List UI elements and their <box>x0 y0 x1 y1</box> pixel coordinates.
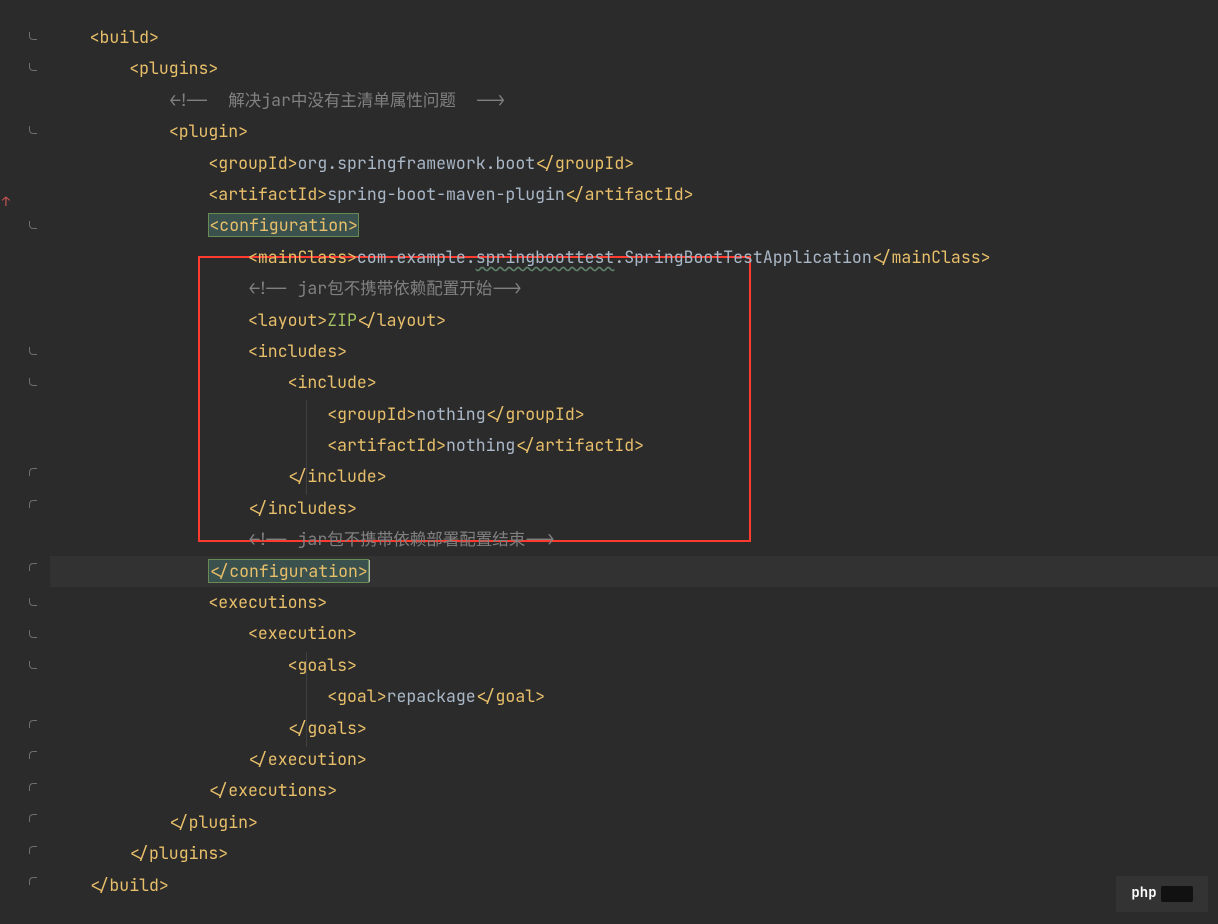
code-line[interactable]: <execution> <box>50 618 1218 649</box>
gutter: ↑ <box>0 0 50 924</box>
code-line[interactable]: </executions> <box>50 775 1218 806</box>
code-area[interactable]: <build> <plugins> <!-- 解决jar中没有主清单属性问题 -… <box>50 0 1218 924</box>
code-line[interactable]: <include> <box>50 367 1218 398</box>
code-line[interactable]: </include> <box>50 461 1218 492</box>
code-line[interactable]: <!-- jar包不携带依赖配置开始--> <box>50 273 1218 304</box>
code-line[interactable]: <goals> <box>50 650 1218 681</box>
code-line[interactable]: <plugin> <box>50 116 1218 147</box>
code-line[interactable]: <executions> <box>50 587 1218 618</box>
code-line[interactable]: </includes> <box>50 493 1218 524</box>
code-line[interactable]: </plugin> <box>50 807 1218 838</box>
text-caret <box>369 560 371 582</box>
code-line[interactable]: <configuration> <box>50 210 1218 241</box>
code-line[interactable]: <artifactId>nothing</artifactId> <box>50 430 1218 461</box>
watermark-icon <box>1161 886 1193 902</box>
code-line[interactable]: <groupId>org.springframework.boot</group… <box>50 148 1218 179</box>
code-line[interactable]: <build> <box>50 22 1218 53</box>
code-line[interactable]: </execution> <box>50 744 1218 775</box>
code-line[interactable]: <!-- jar包不携带依赖部署配置结束--> <box>50 524 1218 555</box>
code-line[interactable]: </build> <box>50 870 1218 901</box>
code-line[interactable]: <groupId>nothing</groupId> <box>50 399 1218 430</box>
code-line[interactable]: <goal>repackage</goal> <box>50 681 1218 712</box>
watermark-label: php <box>1131 878 1156 909</box>
code-line[interactable]: <includes> <box>50 336 1218 367</box>
code-line[interactable]: </plugins> <box>50 838 1218 869</box>
code-line-current[interactable]: </configuration> <box>50 556 1218 587</box>
code-line[interactable]: <artifactId>spring-boot-maven-plugin</ar… <box>50 179 1218 210</box>
code-line[interactable]: <plugins> <box>50 53 1218 84</box>
code-line[interactable]: <mainClass>com.example.springboottest.Sp… <box>50 242 1218 273</box>
override-up-icon[interactable]: ↑ <box>2 186 10 217</box>
code-line[interactable]: </goals> <box>50 713 1218 744</box>
watermark-badge: php <box>1116 876 1208 912</box>
code-line[interactable]: <!-- 解决jar中没有主清单属性问题 --> <box>50 85 1218 116</box>
code-line[interactable]: <layout>ZIP</layout> <box>50 305 1218 336</box>
code-editor[interactable]: ↑ <build> <plugins> <!-- 解决jar中没有主清单属性问 <box>0 0 1218 924</box>
